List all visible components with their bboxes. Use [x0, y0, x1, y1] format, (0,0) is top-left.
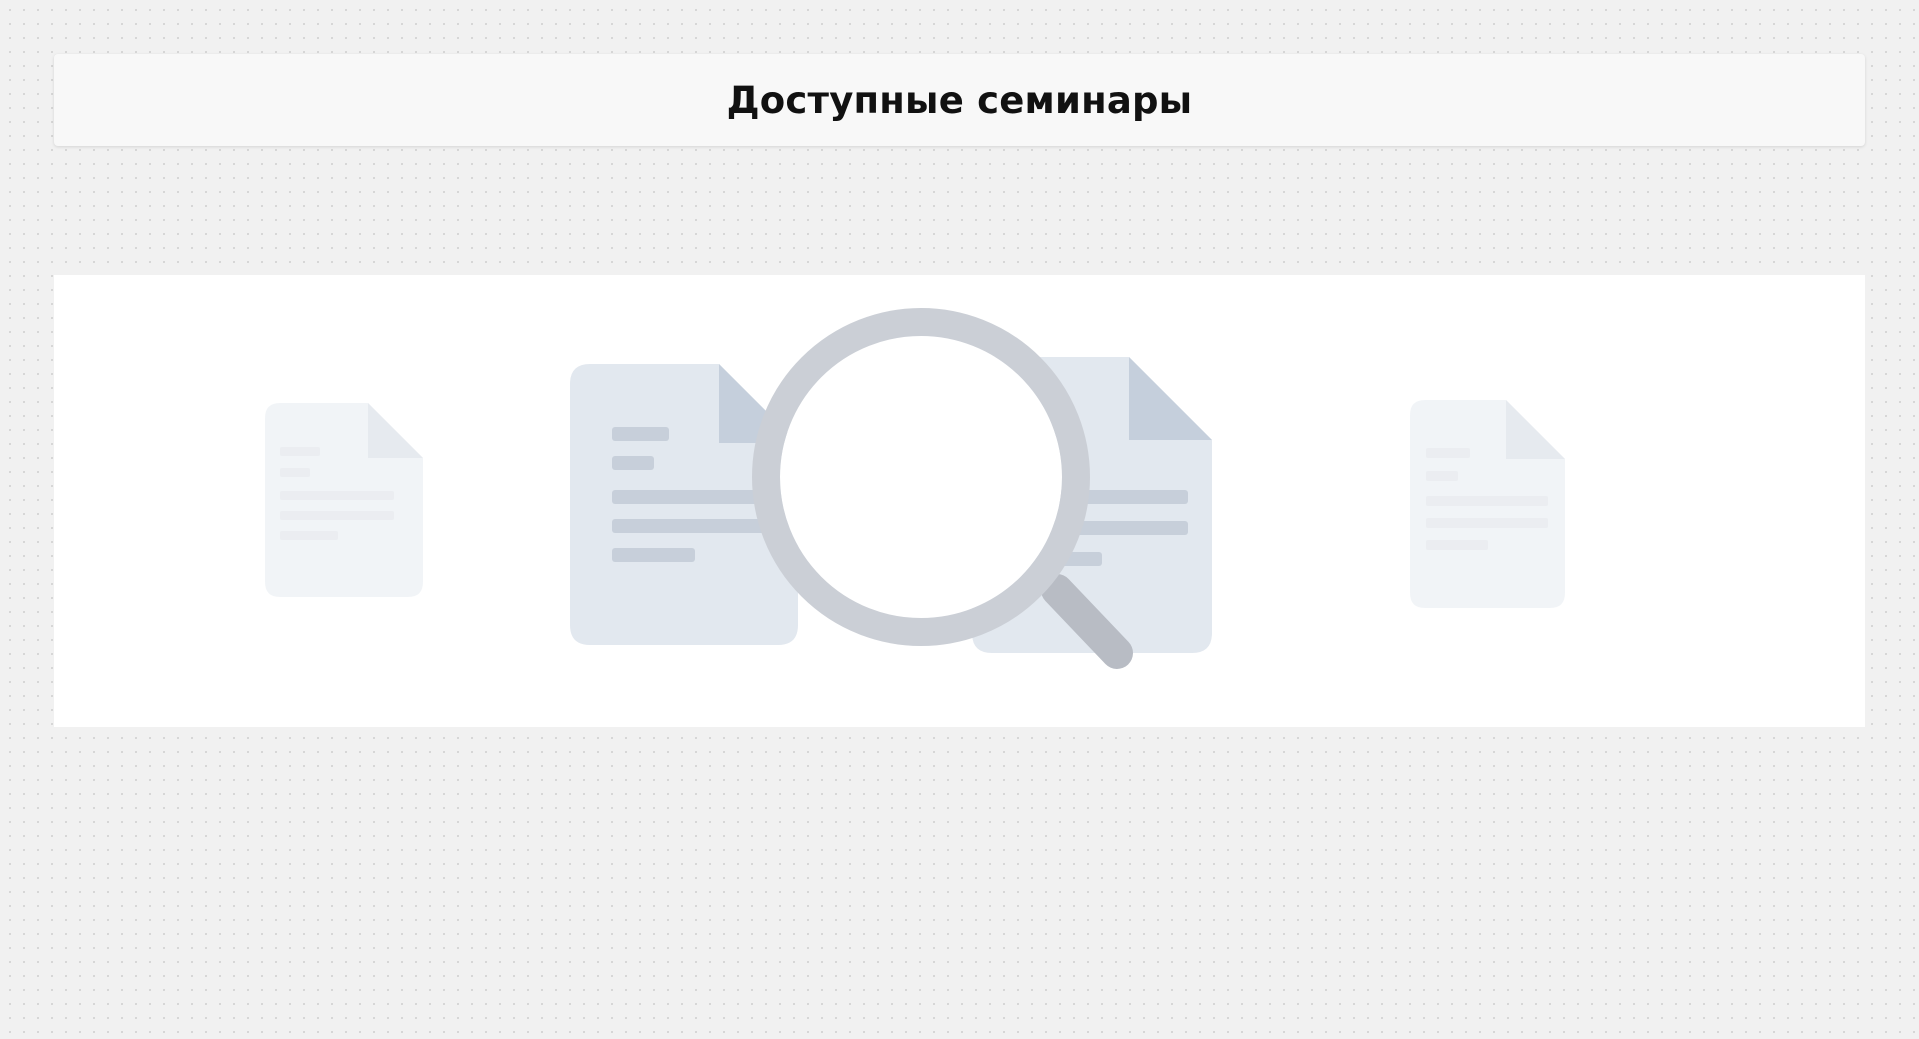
document-icon — [1410, 400, 1565, 608]
page-header: Доступные семинары — [54, 54, 1865, 146]
document-icon — [265, 403, 423, 597]
empty-state-illustration — [265, 308, 1565, 669]
empty-state-panel — [54, 275, 1865, 727]
page-title: Доступные семинары — [726, 78, 1193, 122]
